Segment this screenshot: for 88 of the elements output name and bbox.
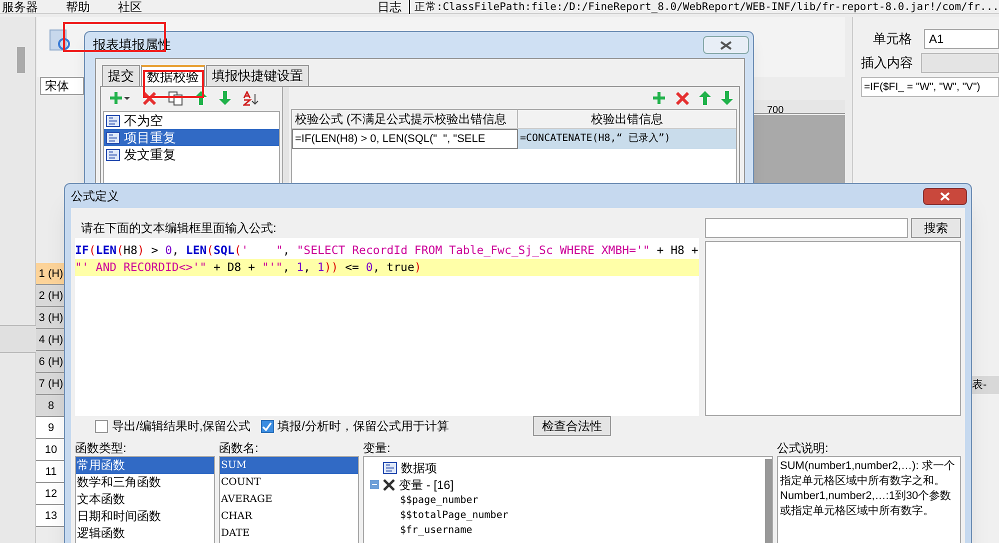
table-cell[interactable]: =IF(LEN(H8) > 0, LEN(SQL(" ", "SELE — [292, 129, 518, 149]
list-label: 函数名: — [219, 440, 260, 456]
table-cell-text: =CONCATENATE(H8,“ 已录入”) — [519, 132, 672, 146]
ruler-mark: 700 — [767, 105, 784, 116]
checkbox-label: 导出/编辑结果时,保留公式 — [112, 418, 251, 435]
log-link[interactable]: 日志 — [377, 0, 410, 14]
annotation-frame — [143, 70, 204, 98]
menu-item[interactable]: 帮助 — [52, 0, 104, 14]
delete-icon[interactable] — [676, 92, 689, 104]
list-entry-icon — [383, 462, 397, 474]
arrow-down-icon[interactable] — [721, 91, 733, 105]
rule-item[interactable]: 项目重复 — [104, 129, 279, 146]
search-button[interactable]: 搜索 — [911, 218, 961, 238]
menu-item[interactable]: 服务器 — [0, 0, 52, 14]
row-header[interactable]: 6 (H) — [36, 351, 66, 373]
list-entry-icon — [106, 114, 120, 126]
formula-editor[interactable]: IF(LEN(H8) > 0, LEN(SQL(' ", "SELECT RecordId FROM Table_Fwc_Sj_Sc WHERE XMBH='" + H8 + "' AND RECORDID<>'" + D8 + "'", 1, 1)) <= 0, true) — [75, 238, 699, 416]
tree-item[interactable]: $$page_number — [370, 493, 765, 508]
list-item[interactable]: DATE — [220, 525, 358, 542]
row-header[interactable]: 8 — [36, 395, 66, 417]
checkbox[interactable] — [95, 420, 108, 432]
list-item[interactable]: 数学和三角函数 — [76, 474, 214, 491]
insert-label: 插入内容 — [861, 54, 913, 72]
row-header[interactable]: 11 — [36, 461, 66, 483]
close-icon — [940, 192, 950, 200]
menu-item[interactable]: 社区 — [104, 0, 156, 14]
close-icon — [720, 40, 732, 50]
row-header[interactable]: 13 — [36, 505, 66, 527]
side-tab[interactable]: 表- — [972, 376, 999, 394]
delete-icon[interactable] — [143, 92, 156, 104]
arrow-up-icon[interactable] — [699, 91, 711, 105]
row-header[interactable]: 2 (H) — [36, 285, 66, 307]
tree-item[interactable]: 数据项 — [401, 458, 437, 476]
check-icon — [262, 422, 272, 430]
variable-icon — [383, 478, 395, 490]
description-text: SUM(number1,number2,…): 求一个指定单元格区域中所有数字之和。 — [780, 459, 956, 489]
list-item[interactable]: CHAR — [220, 508, 358, 525]
checkbox-label: 填报/分析时，保留公式用于计算 — [278, 418, 450, 435]
search-field[interactable] — [705, 218, 908, 238]
add-icon[interactable] — [109, 91, 131, 105]
arrow-down-icon[interactable] — [219, 91, 231, 105]
checkbox[interactable] — [260, 420, 274, 432]
list-item[interactable]: 逻辑函数 — [76, 525, 214, 542]
cell-label: 单元格 — [873, 30, 912, 48]
list-item[interactable]: 日期和时间函数 — [76, 508, 214, 525]
tree-item[interactable]: $fr_username — [370, 523, 765, 538]
tree-item[interactable]: 变量 - [16] — [399, 476, 454, 494]
list-label: 公式说明: — [777, 440, 830, 456]
cell-field[interactable]: A1 — [924, 29, 999, 49]
sort-icon[interactable] — [243, 90, 259, 106]
list-entry-icon — [106, 148, 120, 160]
column-header: 校验出错信息 — [590, 111, 664, 128]
close-button[interactable] — [703, 36, 749, 54]
formula-prompt: 请在下面的文本编辑框里面输入公式: — [80, 220, 278, 237]
list-item[interactable]: SUM — [220, 457, 358, 474]
formula-line: IF(LEN(H8) > 0, LEN(SQL(' ", "SELECT RecordId FROM Table_Fwc_Sj_Sc WHERE XMBH='" + H8 + — [75, 242, 699, 259]
rule-item[interactable]: 不为空 — [104, 112, 279, 129]
check-button[interactable]: 检查合法性 — [533, 416, 612, 436]
font-field[interactable]: 宋体 — [40, 77, 84, 95]
copy-icon[interactable] — [168, 90, 183, 106]
tab[interactable]: 提交 — [102, 65, 140, 86]
row-header[interactable]: 4 (H) — [36, 329, 66, 351]
arrow-up-icon[interactable] — [195, 91, 207, 105]
status-path: 正常:ClassFilePath:file:/D:/FineReport_8.0/WebReport/WEB-INF/lib/fr-report-8.0.jar!/com/fr... — [413, 0, 999, 14]
row-header[interactable]: 1 (H) — [36, 263, 66, 285]
list-item[interactable]: AVERAGE — [220, 491, 358, 508]
column-header: 校验公式 (不满足公式提示校验出错信息 — [292, 110, 518, 128]
collapse-icon[interactable] — [370, 480, 379, 489]
row-header[interactable]: 9 — [36, 417, 66, 439]
scroll-thumb — [17, 47, 25, 73]
list-label: 函数类型: — [75, 440, 128, 456]
rule-item[interactable]: 发文重复 — [104, 146, 279, 163]
list-label: 变量: — [363, 440, 392, 456]
tab[interactable]: 填报快捷键设置 — [206, 65, 309, 86]
row-header[interactable]: 10 — [36, 439, 66, 461]
list-entry-icon — [106, 132, 120, 144]
row-header[interactable]: 12 — [36, 483, 66, 505]
list-item[interactable]: COUNT — [220, 474, 358, 491]
row-header[interactable]: 3 (H) — [36, 307, 66, 329]
close-button[interactable] — [923, 188, 967, 204]
list-item[interactable]: 文本函数 — [76, 491, 214, 508]
description-text: Number1,number2,…:1到30个参数或指定单元格区域中所有数字。 — [780, 489, 952, 519]
tree-item[interactable]: $$totalPage_number — [370, 508, 765, 523]
row-header[interactable]: 7 (H) — [36, 373, 66, 395]
list-item[interactable]: 常用函数 — [76, 457, 214, 474]
dialog-title: 公式定义 — [71, 188, 120, 205]
formula-field[interactable]: =IF($FI_ = "W", "W", "V") — [861, 77, 999, 97]
insert-field[interactable] — [921, 53, 999, 73]
